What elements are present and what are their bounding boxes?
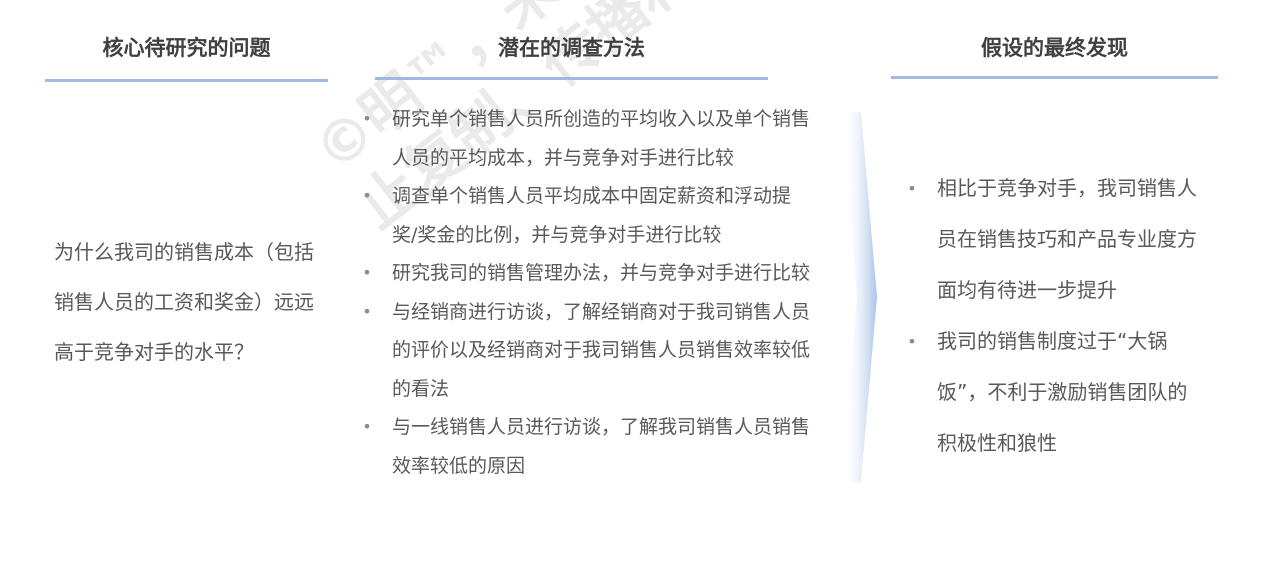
bullet-icon: •: [362, 417, 372, 436]
methods-item-text: 调查单个销售人员平均成本中固定薪资和浮动提奖/奖金的比例，并与竞争对手进行比较: [392, 185, 792, 246]
question-column-title: 核心待研究的问题: [102, 36, 271, 60]
methods-item-text: 与经销商进行访谈，了解经销商对于我司销售人员的评价以及经销商对于我司销售人员销售…: [392, 300, 811, 400]
methods-list-item: • 与经销商进行访谈，了解经销商对于我司销售人员的评价以及经销商对于我司销售人员销…: [360, 293, 815, 409]
methods-list-item: • 研究我司的销售管理办法，并与竞争对手进行比较: [360, 254, 815, 293]
findings-list-item: • 相比于竞争对手，我司销售人员在销售技巧和产品专业度方面均有待进一步提升: [905, 163, 1205, 316]
findings-list: • 相比于竞争对手，我司销售人员在销售技巧和产品专业度方面均有待进一步提升 • 我司…: [905, 163, 1205, 469]
bullet-icon: •: [362, 186, 372, 205]
methods-list-item: • 与一线销售人员进行访谈，了解我司销售人员销售效率较低的原因: [360, 408, 815, 485]
findings-column-title: 假设的最终发现: [981, 36, 1128, 60]
methods-list-item: • 研究单个销售人员所创造的平均收入以及单个销售人员的平均成本，并与竞争对手进行比…: [360, 100, 815, 177]
core-question-text: 为什么我司的销售成本（包括销售人员的工资和奖金）远远高于竞争对手的水平？: [54, 240, 314, 364]
bullet-icon: •: [362, 301, 372, 321]
findings-list-item: • 我司的销售制度过于“大锅饭”，不利于激励销售团队的积极性和狼性: [905, 316, 1205, 469]
methods-list: • 研究单个销售人员所创造的平均收入以及单个销售人员的平均成本，并与竞争对手进行比…: [360, 100, 815, 485]
methods-item-text: 研究我司的销售管理办法，并与竞争对手进行比较: [392, 262, 811, 284]
bullet-icon: •: [362, 263, 372, 282]
chevron-arrow-icon: [843, 112, 877, 482]
methods-item-text: 与一线销售人员进行访谈，了解我司销售人员销售效率较低的原因: [392, 416, 811, 477]
question-column-rule: [45, 79, 328, 82]
findings-item-text: 相比于竞争对手，我司销售人员在销售技巧和产品专业度方面均有待进一步提升: [937, 176, 1197, 302]
findings-column-rule: [891, 76, 1218, 79]
methods-column-title: 潜在的调查方法: [498, 36, 645, 60]
findings-item-text: 我司的销售制度过于“大锅饭”，不利于激励销售团队的积极性和狼性: [937, 329, 1188, 455]
bullet-icon: •: [907, 179, 917, 198]
methods-item-text: 研究单个销售人员所创造的平均收入以及单个销售人员的平均成本，并与竞争对手进行比较: [392, 108, 811, 169]
methods-column-rule: [375, 77, 768, 80]
bullet-icon: •: [362, 109, 372, 128]
methods-list-item: • 调查单个销售人员平均成本中固定薪资和浮动提奖/奖金的比例，并与竞争对手进行比较: [360, 177, 815, 254]
bullet-icon: •: [907, 332, 917, 351]
